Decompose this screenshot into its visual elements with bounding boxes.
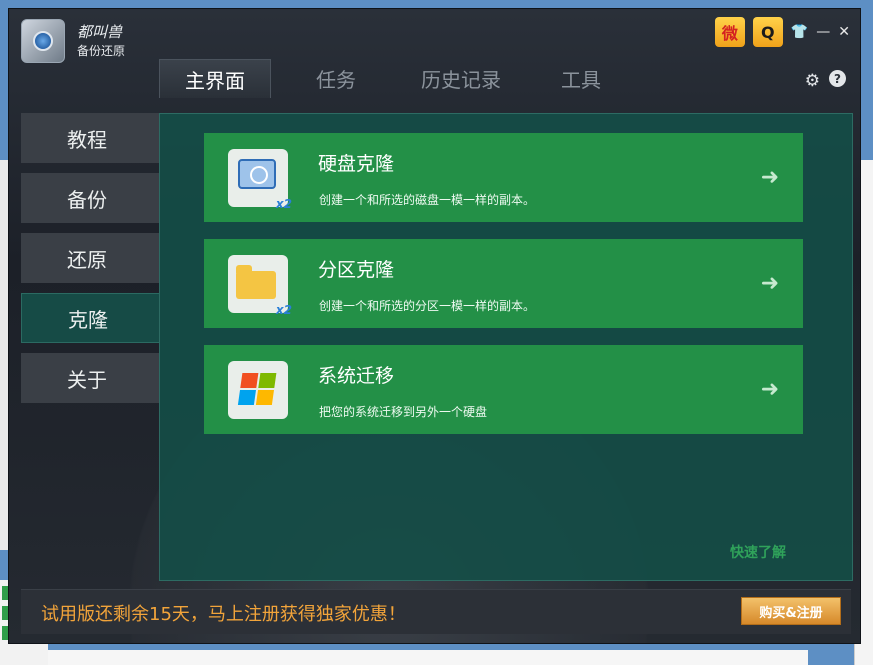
sidebar-item-about[interactable]: 关于	[21, 353, 159, 403]
sidebar-item-restore[interactable]: 还原	[21, 233, 159, 283]
desktop-background-bottom	[48, 650, 808, 665]
sidebar: 教程 备份 还原 克隆 关于	[21, 113, 159, 413]
main-tabs: 主界面 任务 历史记录 工具	[159, 59, 641, 98]
weibo-icon[interactable]: 微	[714, 17, 745, 47]
clone-panel: x2 硬盘克隆 创建一个和所选的磁盘一模一样的副本。 ➜ x2 分区克隆 创建一…	[159, 113, 853, 581]
tab-history[interactable]: 历史记录	[401, 59, 521, 97]
card-description: 创建一个和所选的磁盘一模一样的副本。	[319, 193, 536, 207]
sidebar-item-clone[interactable]: 克隆	[21, 293, 159, 343]
skin-icon[interactable]: 👕	[791, 24, 808, 40]
qq-icon[interactable]: Q	[752, 17, 783, 47]
card-description: 把您的系统迁移到另外一个硬盘	[319, 405, 488, 419]
card-description: 创建一个和所选的分区一模一样的副本。	[319, 299, 536, 313]
buy-register-button[interactable]: 购买&注册	[741, 597, 841, 625]
trial-promo-text: 试用版还剩余15天，马上注册获得独家优惠！	[41, 604, 406, 625]
tab-tools[interactable]: 工具	[521, 59, 641, 97]
app-window: 都叫兽 备份还原 微 Q 👕 — ✕ 主界面 任务 历史记录 工具 ⚙ ? 教程…	[8, 8, 861, 644]
footer-bar: 试用版还剩余15天，马上注册获得独家优惠！ 购买&注册	[21, 589, 851, 634]
app-logo-icon	[21, 19, 65, 63]
arrow-right-icon[interactable]: ➜	[761, 377, 779, 402]
partition-clone-icon: x2	[228, 255, 292, 317]
gear-icon[interactable]: ⚙	[805, 71, 820, 91]
tab-tasks[interactable]: 任务	[271, 59, 401, 97]
title-bar-controls: 微 Q 👕 — ✕	[714, 17, 850, 47]
arrow-right-icon[interactable]: ➜	[761, 165, 779, 190]
close-button[interactable]: ✕	[838, 24, 850, 40]
system-migration-card[interactable]: 系统迁移 把您的系统迁移到另外一个硬盘 ➜	[204, 345, 803, 434]
card-title: 分区克隆	[318, 259, 395, 281]
windows-logo-icon	[228, 361, 288, 419]
minimize-button[interactable]: —	[816, 24, 830, 40]
sidebar-item-tutorial[interactable]: 教程	[21, 113, 159, 163]
help-icon[interactable]: ?	[829, 70, 846, 87]
arrow-right-icon[interactable]: ➜	[761, 271, 779, 296]
sidebar-item-backup[interactable]: 备份	[21, 173, 159, 223]
brand-script: 都叫兽	[77, 23, 123, 41]
quick-learn-link[interactable]: 快速了解	[730, 542, 786, 562]
card-title: 硬盘克隆	[318, 153, 395, 175]
disk-clone-icon: x2	[228, 149, 292, 211]
partition-clone-card[interactable]: x2 分区克隆 创建一个和所选的分区一模一样的副本。 ➜	[204, 239, 803, 328]
x2-badge: x2	[275, 303, 292, 317]
card-title: 系统迁移	[318, 365, 395, 387]
x2-badge: x2	[275, 197, 292, 211]
disk-clone-card[interactable]: x2 硬盘克隆 创建一个和所选的磁盘一模一样的副本。 ➜	[204, 133, 803, 222]
tab-main[interactable]: 主界面	[159, 59, 271, 98]
app-name: 备份还原	[77, 44, 126, 58]
